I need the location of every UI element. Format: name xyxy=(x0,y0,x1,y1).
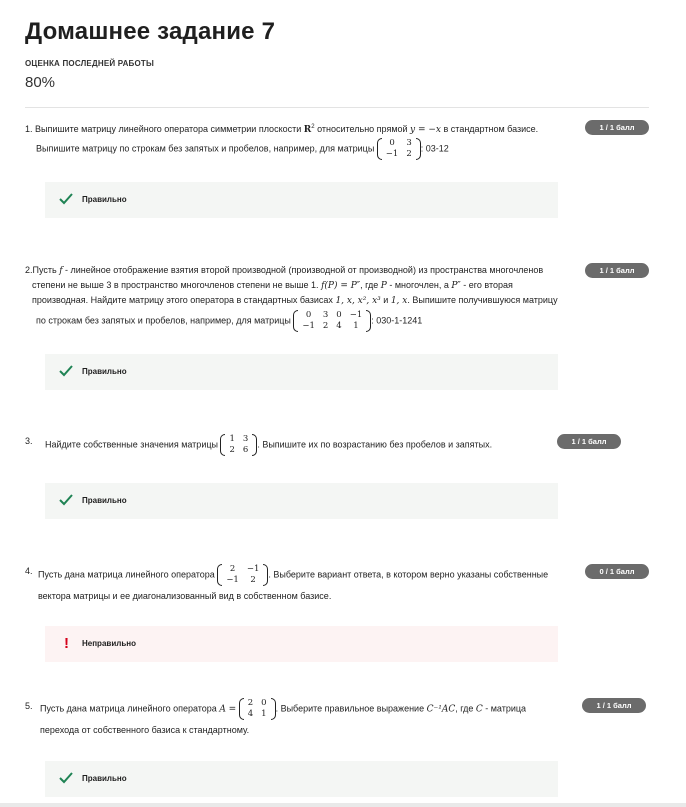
page-title: Домашнее задание 7 xyxy=(25,18,276,45)
feedback-text: Правильно xyxy=(82,367,127,376)
check-icon xyxy=(59,193,73,205)
question-3-number: 3. xyxy=(25,436,33,446)
question-4: Пусть дана матрица линейного оператора 2… xyxy=(38,564,549,601)
score-badge: 0 / 1 балл xyxy=(585,564,649,579)
divider xyxy=(25,107,649,108)
grade-label: ОЦЕНКА ПОСЛЕДНЕЙ РАБОТЫ xyxy=(25,59,155,68)
score-badge: 1 / 1 балл xyxy=(557,434,621,449)
feedback-text: Правильно xyxy=(82,774,127,783)
feedback-correct: Правильно xyxy=(45,483,558,519)
question-matrix: 2 −1 −1 2 xyxy=(217,564,269,586)
check-icon xyxy=(59,365,73,377)
example-matrix: 0 3 −1 2 xyxy=(376,138,421,160)
feedback-text: Правильно xyxy=(82,195,127,204)
question-1: 1. Выпишите матрицу линейного оператора … xyxy=(25,120,585,160)
question-1-line-2: Выпишите матрицу по строкам без запятых … xyxy=(36,138,449,160)
question-1-line-1: 1. Выпишите матрицу линейного оператора … xyxy=(25,124,539,135)
score-badge: 1 / 1 балл xyxy=(585,120,649,135)
check-icon xyxy=(59,772,73,784)
error-icon: ! xyxy=(64,635,69,652)
question-5-number: 5. xyxy=(25,701,33,711)
feedback-correct: Правильно xyxy=(45,354,558,390)
question-matrix: 1326 xyxy=(220,434,258,456)
feedback-correct: Правильно xyxy=(45,761,558,797)
feedback-text: Неправильно xyxy=(82,639,136,648)
feedback-correct: Правильно xyxy=(45,182,558,218)
question-4-number: 4. xyxy=(25,566,33,576)
score-badge: 1 / 1 балл xyxy=(585,263,649,278)
bottom-scrollbar-track xyxy=(0,803,686,807)
example-matrix: 0 3 0 −1 −1 2 4 1 xyxy=(293,310,372,332)
question-matrix: 2041 xyxy=(238,698,276,720)
check-icon xyxy=(59,494,73,506)
grade-value: 80% xyxy=(25,74,56,91)
feedback-incorrect: ! Неправильно xyxy=(45,626,558,662)
question-5: Пусть дана матрица линейного оператора A… xyxy=(40,698,527,735)
score-badge: 1 / 1 балл xyxy=(582,698,646,713)
feedback-text: Правильно xyxy=(82,496,127,505)
question-3: Найдите собственные значения матрицы 132… xyxy=(45,434,493,456)
question-2: 2.Пусть f - линейное отображение взятия … xyxy=(25,265,558,332)
